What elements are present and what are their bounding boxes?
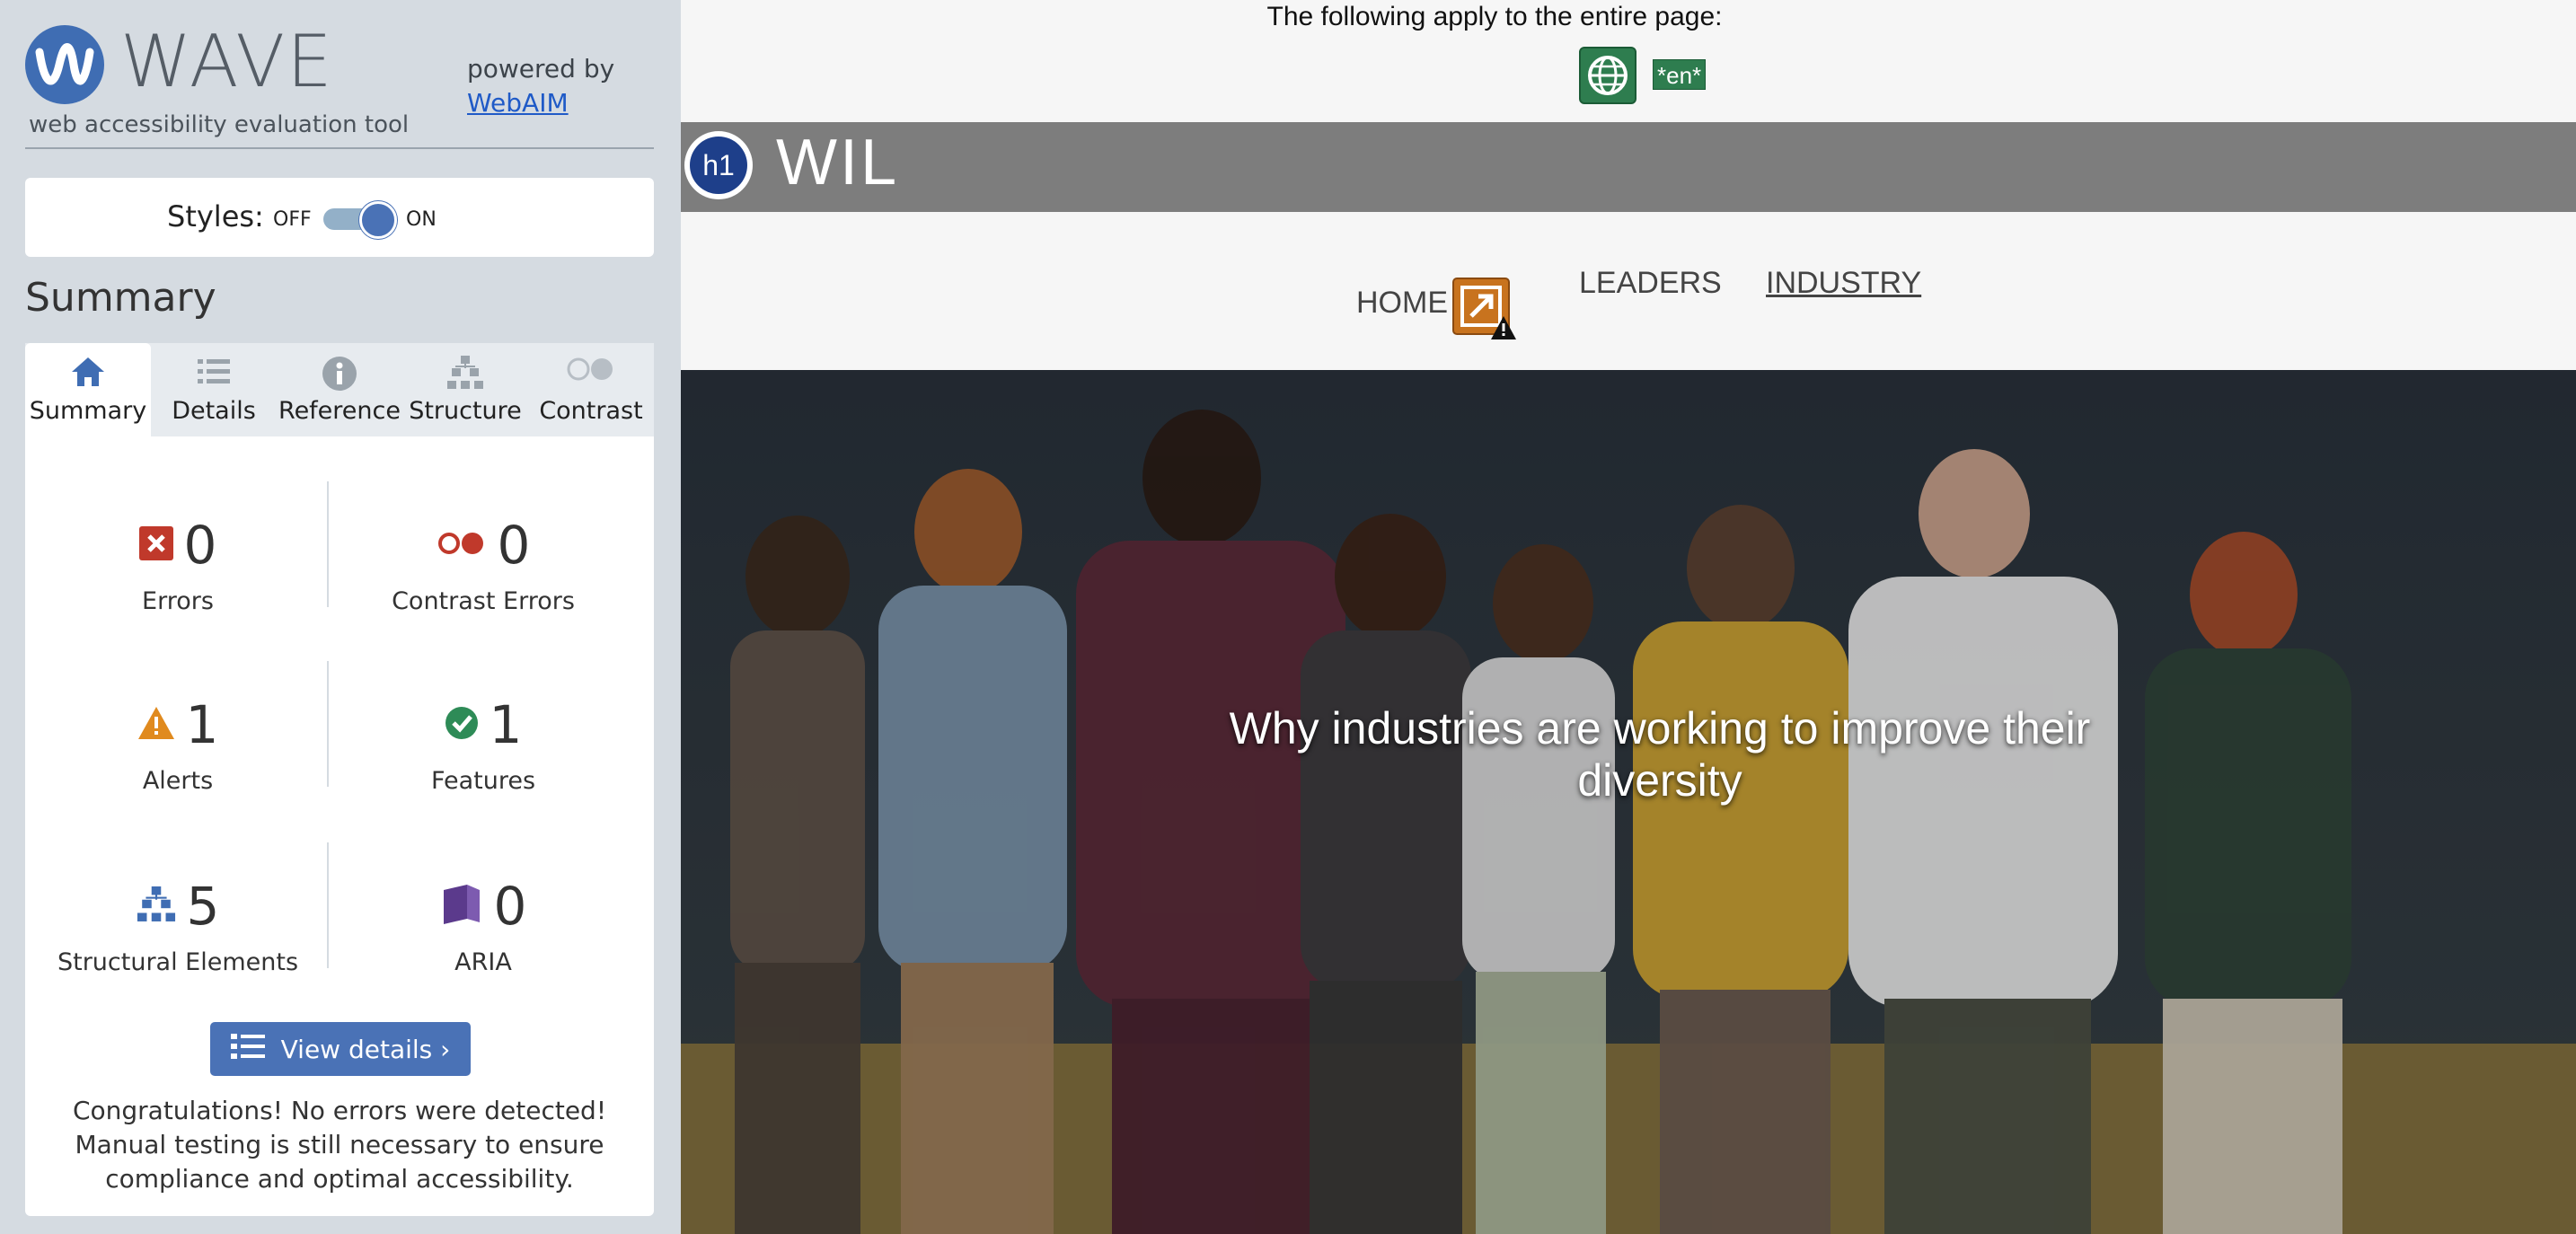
h1-badge-icon[interactable]: h1 (684, 131, 753, 199)
list-icon (230, 1032, 265, 1067)
styles-toggle-box: Styles: OFF ON (25, 178, 654, 257)
divider (327, 481, 329, 607)
tab-label: Details (172, 397, 256, 425)
aria-count: 0 (493, 876, 527, 937)
wave-tabs: Summary Details Reference Structure Cont… (25, 343, 654, 436)
congrats-message: Congratulations! No errors were detected… (72, 1096, 607, 1194)
hero-banner: Why industries are working to improve th… (681, 370, 2576, 1234)
language-badge[interactable]: *en* (1653, 59, 1707, 90)
home-icon (25, 343, 151, 388)
tab-label: Structure (409, 397, 522, 425)
divider (327, 842, 329, 968)
tab-structure[interactable]: Structure (402, 343, 528, 436)
contrast-icon (528, 343, 654, 388)
structural-label: Structural Elements (57, 948, 299, 976)
tab-label: Contrast (539, 397, 643, 425)
feature-icon (445, 706, 479, 744)
divider (327, 661, 329, 787)
powered-by-label: powered by (467, 54, 615, 84)
structure-icon (137, 886, 176, 926)
nav-industry[interactable]: INDUSTRY (1766, 266, 1921, 301)
contrast-error-icon (437, 530, 487, 560)
errors-label: Errors (142, 587, 214, 615)
powered-by: powered by WebAIM (467, 52, 614, 120)
summary-heading: Summary (25, 275, 216, 321)
features-count: 1 (489, 694, 523, 755)
toggle-off-label: OFF (273, 208, 312, 231)
alert-icon (137, 706, 175, 744)
stat-structural[interactable]: 5 Structural Elements (34, 875, 322, 976)
nav-home[interactable]: HOME (1356, 286, 1448, 321)
site-title: WIL (776, 127, 900, 198)
hierarchy-icon (402, 343, 528, 389)
hero-heading: Why industries are working to improve th… (1229, 703, 2091, 806)
h1-badge-label: h1 (690, 137, 747, 194)
stat-contrast-errors[interactable]: 0 Contrast Errors (340, 514, 627, 615)
info-icon (277, 343, 402, 391)
structural-count: 5 (186, 876, 220, 937)
tab-summary[interactable]: Summary (25, 343, 151, 436)
alerts-count: 1 (185, 694, 219, 755)
stat-aria[interactable]: 0 ARIA (340, 875, 627, 976)
wave-sidebar: WAVE web accessibility evaluation tool p… (0, 0, 681, 1234)
wave-subtitle: web accessibility evaluation tool (29, 111, 410, 138)
stat-alerts[interactable]: 1 Alerts (34, 693, 322, 795)
wave-brand: WAVE web accessibility evaluation tool p… (25, 20, 654, 149)
toggle-on-label: ON (406, 208, 437, 231)
wave-title: WAVE (120, 20, 334, 103)
site-nav: HOME LEADERS INDUSTRY (681, 212, 2576, 370)
error-icon (138, 526, 173, 564)
list-icon (151, 343, 277, 388)
tab-reference[interactable]: Reference (277, 343, 402, 436)
site-header: h1 WIL (681, 122, 2576, 212)
page-content: The following apply to the entire page: … (681, 0, 2576, 1234)
view-details-label: View details › (280, 1034, 451, 1064)
webaim-link[interactable]: WebAIM (467, 86, 614, 120)
tab-contrast[interactable]: Contrast (528, 343, 654, 436)
contrast-errors-label: Contrast Errors (392, 587, 575, 615)
contrast-errors-count: 0 (497, 515, 531, 576)
errors-count: 0 (183, 515, 217, 576)
stat-features[interactable]: 1 Features (340, 693, 627, 795)
stat-errors[interactable]: 0 Errors (34, 514, 322, 615)
aria-label: ARIA (454, 948, 512, 976)
styles-toggle-knob[interactable] (359, 201, 397, 239)
language-globe-icon[interactable] (1579, 47, 1636, 104)
alerts-label: Alerts (142, 767, 214, 795)
wave-logo-icon (25, 25, 104, 104)
aria-icon (440, 883, 483, 930)
redundant-link-alert-icon[interactable] (1451, 277, 1516, 341)
nav-leaders[interactable]: LEADERS (1579, 266, 1722, 301)
page-level-notice: The following apply to the entire page: (1266, 2, 1723, 31)
summary-panel: 0 Errors 0 Contrast Errors 1 Alerts 1 Fe… (25, 436, 654, 1216)
tab-label: Reference (278, 397, 401, 425)
view-details-button[interactable]: View details › (210, 1022, 471, 1076)
styles-label: Styles: (167, 199, 264, 234)
tab-label: Summary (29, 397, 147, 425)
features-label: Features (430, 767, 536, 795)
tab-details[interactable]: Details (151, 343, 277, 436)
